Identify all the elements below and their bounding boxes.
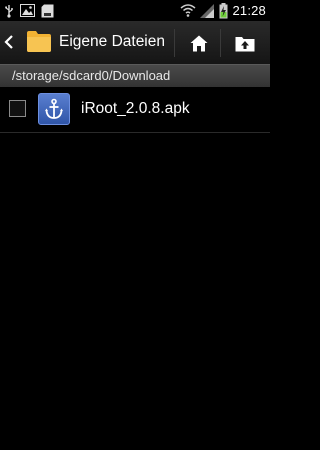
file-checkbox[interactable] [9, 100, 26, 117]
status-time: 21:28 [232, 3, 266, 18]
usb-icon [4, 4, 14, 18]
folder-up-icon[interactable] [230, 30, 260, 56]
action-bar-divider [174, 29, 175, 57]
current-path: /storage/sdcard0/Download [12, 68, 171, 83]
action-bar-title[interactable]: Eigene Dateien [59, 33, 165, 51]
anchor-icon [38, 93, 70, 125]
list-item[interactable]: iRoot_2.0.8.apk [0, 86, 270, 133]
signal-icon [200, 3, 215, 18]
wifi-icon [180, 4, 196, 17]
file-name: iRoot_2.0.8.apk [81, 100, 190, 117]
status-bar: 21:28 [0, 0, 270, 21]
storage-card-icon [41, 4, 54, 18]
gallery-icon [20, 4, 35, 17]
status-bar-right: 21:28 [180, 2, 266, 19]
back-chevron-icon[interactable] [4, 32, 16, 52]
folder-icon[interactable] [26, 29, 52, 53]
status-bar-left [4, 2, 54, 19]
action-bar-divider [220, 29, 221, 57]
home-icon[interactable] [184, 30, 214, 56]
path-bar: /storage/sdcard0/Download [0, 64, 270, 87]
action-bar: Eigene Dateien [0, 21, 270, 65]
battery-charging-icon [219, 2, 228, 19]
